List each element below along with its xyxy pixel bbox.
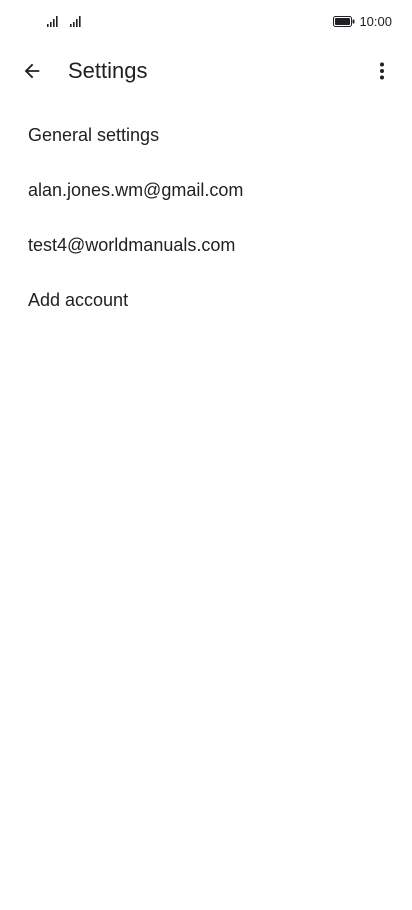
more-options-button[interactable]: [362, 51, 402, 91]
back-button[interactable]: [12, 51, 52, 91]
status-bar: 10:00: [0, 0, 412, 44]
arrow-back-icon: [24, 63, 40, 79]
battery-icon: [333, 16, 355, 27]
list-item-label: General settings: [28, 125, 160, 145]
list-item-label: test4@worldmanuals.com: [28, 235, 236, 255]
page-title: Settings: [68, 58, 148, 83]
signal-icon: [70, 16, 81, 27]
general-settings-item[interactable]: General settings: [0, 108, 412, 163]
app-bar: Settings: [0, 44, 412, 98]
list-item-label: Add account: [28, 290, 129, 310]
account-item-alan[interactable]: alan.jones.wm@gmail.com: [0, 163, 412, 218]
signal-icon: [47, 16, 58, 27]
add-account-item[interactable]: Add account: [0, 273, 412, 328]
settings-list: General settings alan.jones.wm@gmail.com…: [0, 108, 412, 328]
list-item-label: alan.jones.wm@gmail.com: [28, 180, 244, 200]
status-time: 10:00: [359, 14, 392, 29]
status-right: 10:00: [333, 14, 392, 29]
account-item-test4[interactable]: test4@worldmanuals.com: [0, 218, 412, 273]
more-vert-icon: [380, 62, 384, 80]
